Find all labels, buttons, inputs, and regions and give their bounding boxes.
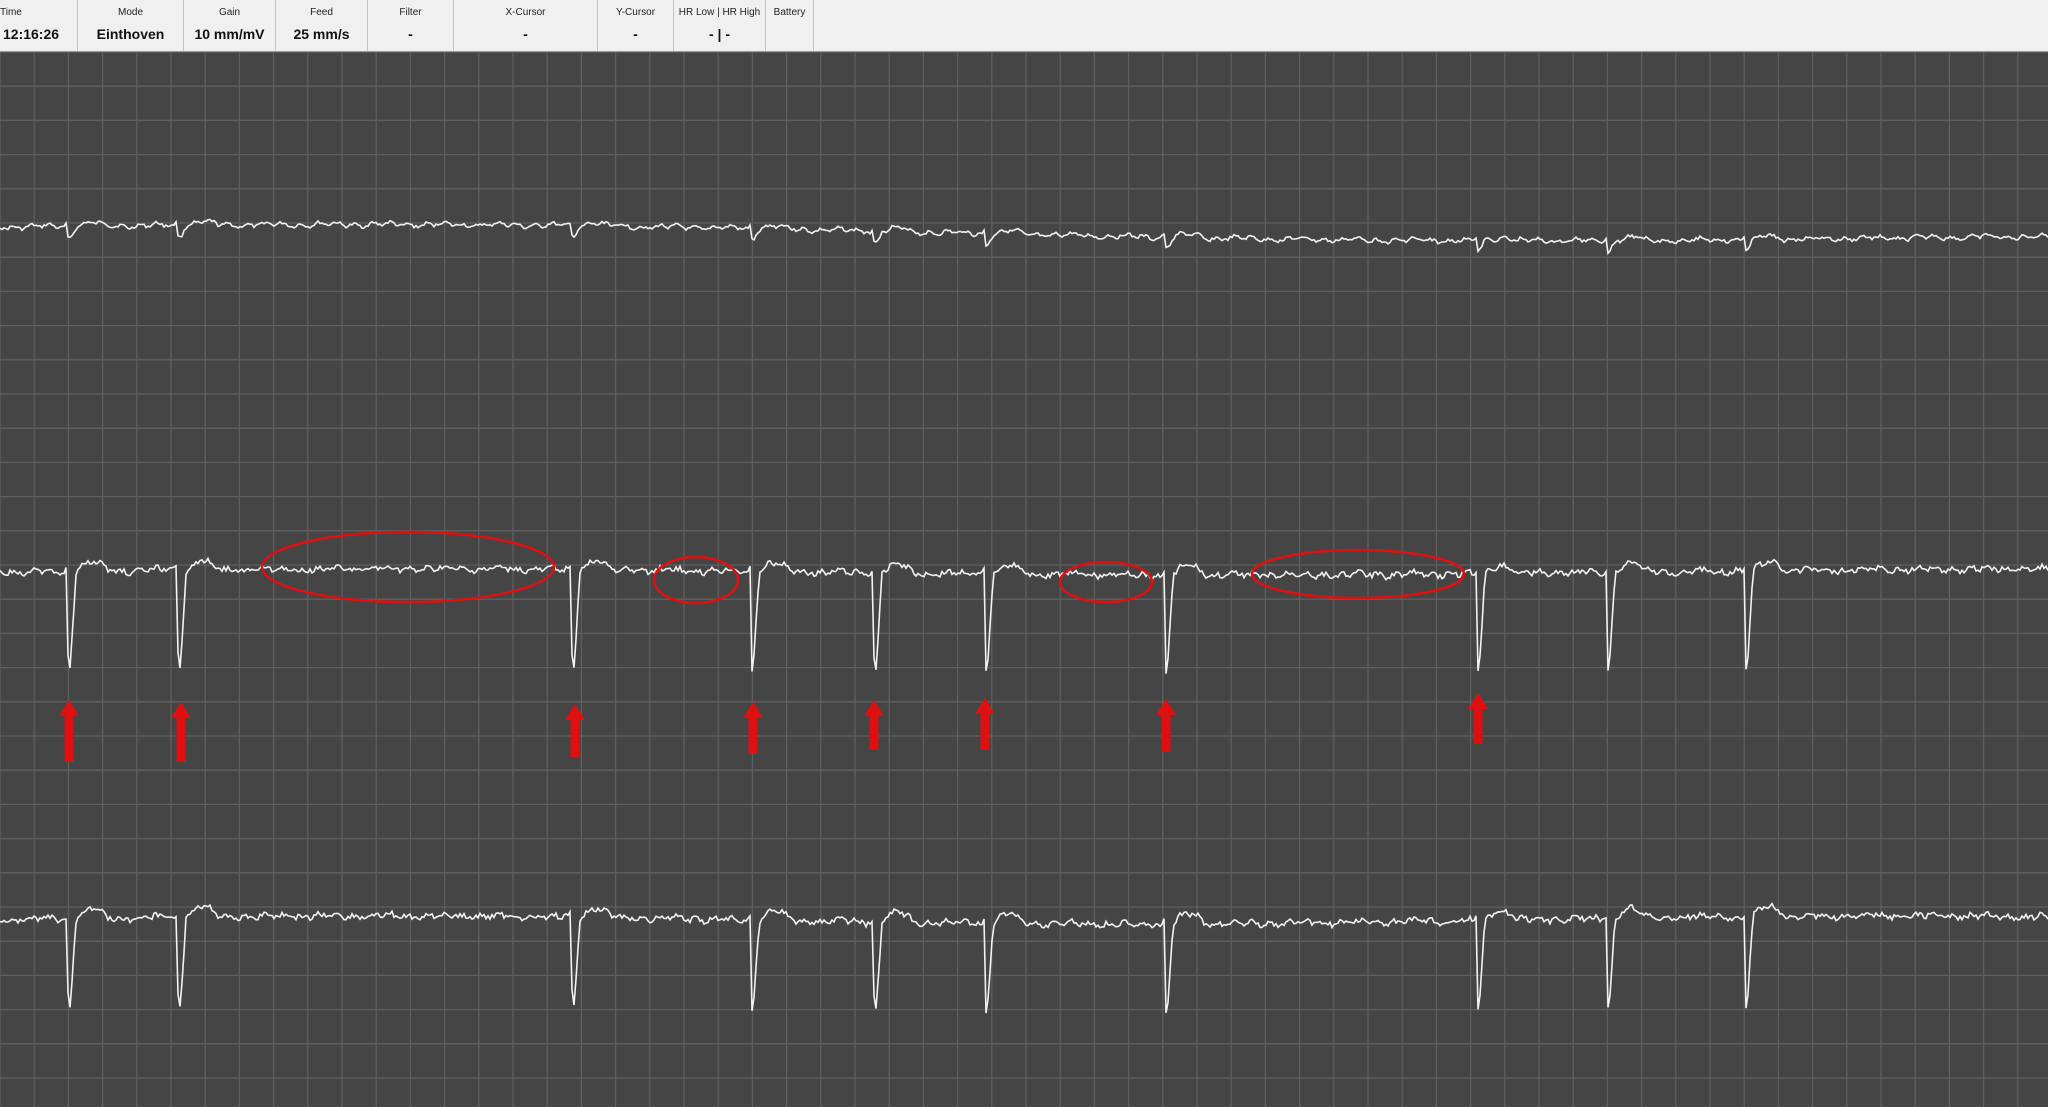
status-cell-time: Time 12:16:26 xyxy=(0,0,78,51)
ecg-grid xyxy=(0,52,2048,1107)
status-cell-hr: HR Low | HR High - | - xyxy=(674,0,766,51)
status-cell-y-cursor: Y-Cursor - xyxy=(598,0,674,51)
time-value: 12:16:26 xyxy=(3,26,60,42)
hr-value: - | - xyxy=(708,26,731,42)
ecg-chart-area[interactable] xyxy=(0,52,2048,1107)
status-cell-feed[interactable]: Feed 25 mm/s xyxy=(276,0,368,51)
status-cell-filter[interactable]: Filter - xyxy=(368,0,454,51)
battery-label: Battery xyxy=(773,7,806,18)
feed-label: Feed xyxy=(310,7,333,18)
status-cell-gain[interactable]: Gain 10 mm/mV xyxy=(184,0,276,51)
red-up-arrow-icon xyxy=(743,702,763,754)
x-cursor-label: X-Cursor xyxy=(505,7,546,18)
gain-value[interactable]: 10 mm/mV xyxy=(184,26,275,42)
red-ellipse-annotation-3 xyxy=(1058,560,1154,604)
status-cell-mode[interactable]: Mode Einthoven xyxy=(78,0,184,51)
red-up-arrow-icon xyxy=(864,700,884,750)
filter-label: Filter xyxy=(399,7,422,18)
y-cursor-value: - xyxy=(633,26,638,42)
ecg-viewer-app: Time 12:16:26 Mode Einthoven Gain 10 mm/… xyxy=(0,0,2048,1107)
annotation-arrow-1 xyxy=(59,700,79,762)
red-ellipse-annotation-2 xyxy=(652,555,740,605)
feed-value[interactable]: 25 mm/s xyxy=(276,26,367,42)
red-up-arrow-icon xyxy=(1156,699,1176,752)
filter-value[interactable]: - xyxy=(368,26,453,42)
grid-lines xyxy=(0,52,2048,1107)
time-label: Time xyxy=(0,7,22,18)
mode-value[interactable]: Einthoven xyxy=(78,26,183,42)
status-cell-x-cursor: X-Cursor - xyxy=(454,0,598,51)
annotation-arrow-2 xyxy=(171,702,191,762)
annotation-arrow-4 xyxy=(743,702,763,754)
y-cursor-label: Y-Cursor xyxy=(615,7,656,18)
hr-label: HR Low | HR High xyxy=(678,7,761,18)
x-cursor-value: - xyxy=(523,26,528,42)
red-up-arrow-icon xyxy=(59,700,79,762)
gain-label: Gain xyxy=(218,7,241,18)
annotation-arrow-5 xyxy=(864,700,884,750)
mode-label: Mode xyxy=(117,7,143,18)
status-bar: Time 12:16:26 Mode Einthoven Gain 10 mm/… xyxy=(0,0,2048,52)
ecg-canvas[interactable] xyxy=(0,52,2048,1107)
annotation-arrow-7 xyxy=(1156,699,1176,752)
status-cell-battery: Battery xyxy=(766,0,814,51)
red-up-arrow-icon xyxy=(171,702,191,762)
